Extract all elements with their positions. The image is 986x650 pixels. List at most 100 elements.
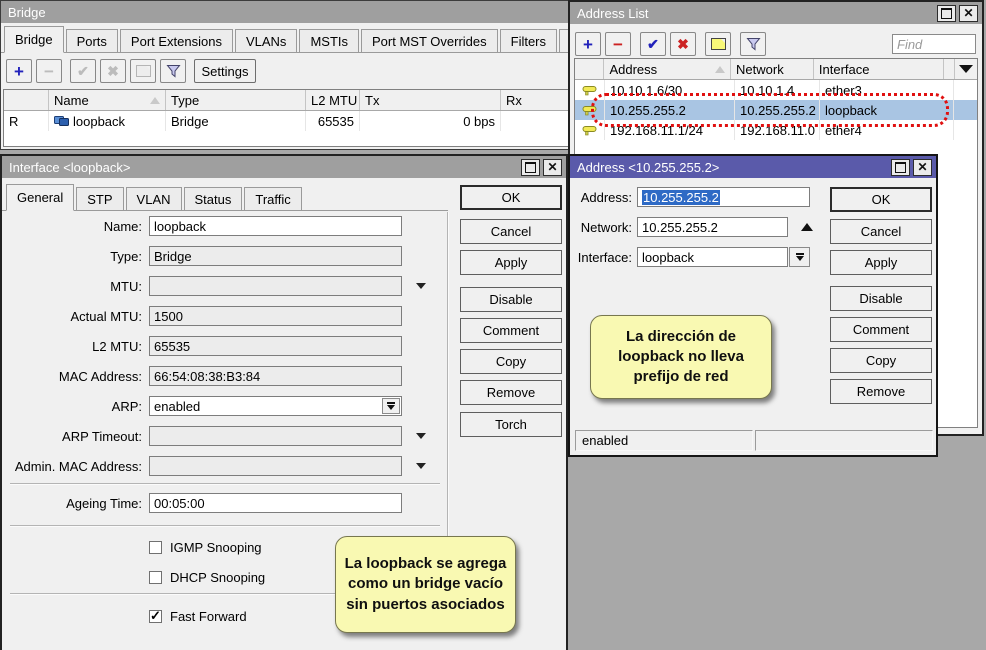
filter-address-button[interactable] (740, 32, 766, 56)
combo-arrow-icon[interactable] (382, 398, 400, 414)
column-network-label: Network (736, 62, 784, 77)
enable-button[interactable]: ✔ (70, 59, 96, 83)
column-tx[interactable]: Tx (360, 90, 501, 110)
maximize-button[interactable] (521, 159, 540, 176)
comment-button[interactable]: Comment (460, 318, 562, 343)
interface-combo[interactable]: loopback (637, 247, 788, 267)
disable-button[interactable]: ✖ (100, 59, 126, 83)
disable-button[interactable]: Disable (830, 286, 932, 311)
disable-address-button[interactable]: ✖ (670, 32, 696, 56)
column-address[interactable]: Address (604, 59, 731, 79)
torch-button[interactable]: Torch (460, 412, 562, 437)
address-dialog-titlebar[interactable]: Address <10.255.255.2> ✕ (570, 156, 936, 178)
actual-mtu-field: 1500 (149, 306, 402, 326)
tab-port-extensions[interactable]: Port Extensions (120, 29, 233, 52)
address-cell: 10.255.255.2 (605, 100, 735, 120)
address-input[interactable]: 10.255.255.2 (637, 187, 810, 207)
maximize-icon (895, 162, 906, 173)
mac-address-field: 66:54:08:38:B3:84 (149, 366, 402, 386)
plus-icon: + (14, 63, 24, 80)
close-button[interactable]: ✕ (543, 159, 562, 176)
tab-port-mst-overrides[interactable]: Port MST Overrides (361, 29, 498, 52)
remove-button[interactable]: Remove (460, 380, 562, 405)
interface-dialog-titlebar[interactable]: Interface <loopback> ✕ (2, 156, 566, 178)
dhcp-snooping-checkbox[interactable] (149, 571, 162, 584)
comment-button[interactable] (130, 59, 156, 83)
column-icon[interactable] (575, 59, 604, 79)
filler-cell (954, 120, 977, 140)
network-input[interactable] (637, 217, 788, 237)
admin-mac-field[interactable] (149, 456, 402, 476)
column-interface[interactable]: Interface (814, 59, 944, 79)
ok-button[interactable]: OK (460, 185, 562, 210)
cancel-button[interactable]: Cancel (830, 219, 932, 244)
remove-button[interactable]: − (36, 59, 62, 83)
disable-button[interactable]: Disable (460, 287, 562, 312)
tab-traffic[interactable]: Traffic (244, 187, 301, 210)
dropdown-arrow-icon[interactable] (416, 433, 426, 439)
find-input[interactable] (892, 34, 976, 54)
enable-address-button[interactable]: ✔ (640, 32, 666, 56)
column-interface-label: Interface (819, 62, 870, 77)
close-button[interactable]: ✕ (959, 5, 978, 22)
dropdown-arrow-icon[interactable] (416, 283, 426, 289)
copy-button[interactable]: Copy (830, 348, 932, 373)
cancel-button[interactable]: Cancel (460, 219, 562, 244)
status-bar-left: enabled (575, 430, 753, 451)
ok-button[interactable]: OK (830, 187, 932, 212)
column-type[interactable]: Type (166, 90, 306, 110)
network-label: Network: (574, 220, 632, 235)
tab-general[interactable]: General (6, 184, 74, 211)
add-address-button[interactable]: + (575, 32, 601, 56)
row-l2mtu-cell: 65535 (306, 111, 360, 131)
fast-forward-checkbox[interactable] (149, 610, 162, 623)
tab-ports[interactable]: Ports (66, 29, 118, 52)
tab-mstis[interactable]: MSTIs (299, 29, 359, 52)
combo-arrow-icon[interactable] (789, 247, 810, 267)
column-network[interactable]: Network (731, 59, 814, 79)
apply-button[interactable]: Apply (460, 250, 562, 275)
remove-address-button[interactable]: − (605, 32, 631, 56)
tab-status[interactable]: Status (184, 187, 243, 210)
row-name-cell: loopback (49, 111, 166, 131)
tab-vlans[interactable]: VLANs (235, 29, 297, 52)
comment-button[interactable]: Comment (830, 317, 932, 342)
column-select-button[interactable] (955, 59, 977, 79)
copy-button[interactable]: Copy (460, 349, 562, 374)
name-input[interactable] (149, 216, 402, 236)
l2mtu-label: L2 MTU: (2, 339, 142, 354)
mtu-field[interactable] (149, 276, 402, 296)
arp-timeout-field[interactable] (149, 426, 402, 446)
comment-address-button[interactable] (705, 32, 731, 56)
up-arrow-icon[interactable] (801, 223, 813, 231)
close-button[interactable]: ✕ (913, 159, 932, 176)
address-row[interactable]: 10.10.1.6/30 10.10.1.4 ether3 (575, 80, 977, 100)
address-row[interactable]: 192.168.11.1/24 192.168.11.0 ether4 (575, 120, 977, 140)
tab-bridge[interactable]: Bridge (4, 26, 64, 53)
add-button[interactable]: + (6, 59, 32, 83)
dropdown-arrow-icon[interactable] (416, 463, 426, 469)
tab-stp[interactable]: STP (76, 187, 123, 210)
maximize-button[interactable] (891, 159, 910, 176)
column-flags[interactable] (4, 90, 49, 110)
filter-icon (166, 64, 181, 78)
remove-button[interactable]: Remove (830, 379, 932, 404)
ageing-time-input[interactable] (149, 493, 402, 513)
igmp-snooping-checkbox[interactable] (149, 541, 162, 554)
column-name[interactable]: Name (49, 90, 166, 110)
loopback-bridge-callout: La loopback se agrega como un bridge vac… (335, 536, 516, 633)
arp-combo[interactable]: enabled (149, 396, 402, 416)
address-list-titlebar[interactable]: Address List ✕ (570, 2, 982, 24)
apply-button[interactable]: Apply (830, 250, 932, 275)
tab-vlan[interactable]: VLAN (126, 187, 182, 210)
maximize-button[interactable] (937, 5, 956, 22)
address-dialog: Address <10.255.255.2> ✕ Address: 10.255… (568, 154, 938, 457)
settings-button[interactable]: Settings (194, 59, 256, 83)
filter-button[interactable] (160, 59, 186, 83)
cross-icon: ✖ (677, 37, 689, 51)
cross-icon: ✖ (107, 64, 119, 78)
tab-filters[interactable]: Filters (500, 29, 557, 52)
address-row-selected[interactable]: 10.255.255.2 10.255.255.2 loopback (575, 100, 977, 120)
column-l2mtu[interactable]: L2 MTU (306, 90, 360, 110)
minus-icon: − (613, 36, 623, 53)
